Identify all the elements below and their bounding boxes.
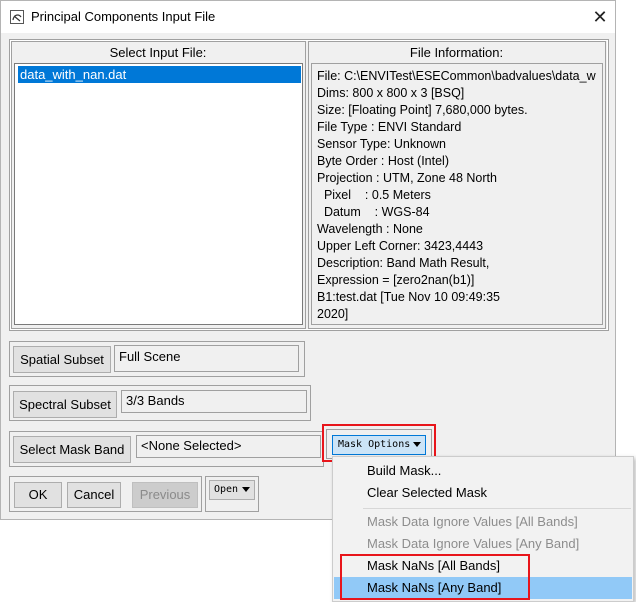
open-dropdown[interactable]: Open (209, 480, 255, 500)
info-line-expression: Expression = [zero2nan(b1)] (317, 273, 475, 287)
cancel-button[interactable]: Cancel (67, 482, 121, 508)
info-line-upper-left: Upper Left Corner: 3423,4443 (317, 239, 484, 253)
info-line-source: B1:test.dat [Tue Nov 10 09:49:35 (317, 290, 500, 304)
ok-button[interactable]: OK (14, 482, 62, 508)
menu-item-mask-ignore-all-bands: Mask Data Ignore Values [All Bands] (367, 514, 578, 529)
spectral-subset-value: 3/3 Bands (121, 390, 307, 413)
info-line-description: Description: Band Math Result, (317, 256, 490, 270)
menu-item-build-mask[interactable]: Build Mask... (334, 460, 632, 482)
menu-separator (363, 508, 631, 509)
mask-options-dropdown[interactable]: Mask Options (332, 435, 426, 455)
file-info-label: File Information: (409, 45, 504, 60)
info-line-file-type: File Type : ENVI Standard (317, 120, 462, 134)
info-line-file: File: C:\ENVITest\ESECommon\badvalues\da… (317, 69, 596, 83)
select-mask-band-button[interactable]: Select Mask Band (13, 436, 131, 463)
spatial-subset-button[interactable]: Spatial Subset (13, 346, 111, 373)
file-info-text: File: C:\ENVITest\ESECommon\badvalues\da… (311, 63, 603, 325)
info-line-wavelength: Wavelength : None (317, 222, 423, 236)
info-line-pixel: Pixel : 0.5 Meters (317, 188, 431, 202)
mask-options-menu: Build Mask... Clear Selected Mask Mask D… (332, 456, 634, 602)
title-bar[interactable]: Principal Components Input File ✕ (1, 1, 615, 33)
input-file-list[interactable]: data_with_nan.dat (14, 63, 303, 325)
list-item[interactable]: data_with_nan.dat (18, 66, 301, 83)
menu-item-mask-nans-any-band[interactable]: Mask NaNs [Any Band] (334, 577, 632, 599)
mask-band-value: <None Selected> (136, 435, 321, 458)
info-line-sensor: Sensor Type: Unknown (317, 137, 447, 151)
info-line-byte-order: Byte Order : Host (Intel) (317, 154, 449, 168)
principal-components-dialog: Principal Components Input File ✕ Select… (0, 0, 616, 520)
envi-app-icon (10, 10, 24, 24)
menu-item-clear-selected-mask[interactable]: Clear Selected Mask (334, 482, 632, 504)
info-line-projection: Projection : UTM, Zone 48 North (317, 171, 497, 185)
spectral-subset-button[interactable]: Spectral Subset (13, 391, 117, 418)
info-line-size: Size: [Floating Point] 7,680,000 bytes. (317, 103, 528, 117)
info-line-datum: Datum : WGS-84 (317, 205, 430, 219)
spatial-subset-value: Full Scene (114, 345, 299, 372)
menu-item-mask-nans-all-bands[interactable]: Mask NaNs [All Bands] (334, 555, 632, 577)
info-line-source-cont: 2020] (317, 307, 349, 321)
info-line-dims: Dims: 800 x 800 x 3 [BSQ] (317, 86, 465, 100)
window-title: Principal Components Input File (31, 9, 216, 24)
select-input-label: Select Input File: (109, 45, 207, 60)
menu-item-mask-ignore-any-band: Mask Data Ignore Values [Any Band] (367, 536, 580, 551)
close-icon[interactable]: ✕ (589, 6, 611, 28)
chevron-down-icon (413, 442, 421, 447)
previous-button: Previous (132, 482, 198, 508)
chevron-down-icon (242, 487, 250, 492)
mask-options-label: Mask Options (338, 439, 411, 450)
open-label: Open (214, 484, 239, 495)
